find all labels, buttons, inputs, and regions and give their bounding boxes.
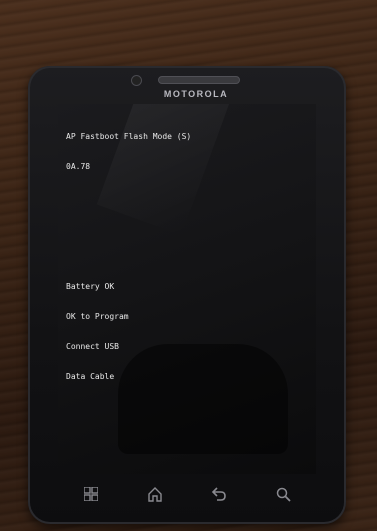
back-icon[interactable] (210, 485, 228, 503)
photo-scene: MOTOROLA AP Fastboot Flash Mode (S) 0A.7… (0, 0, 377, 531)
console-line-program: OK to Program (66, 312, 129, 321)
capacitive-nav-keys (58, 484, 316, 504)
console-line-battery: Battery OK (66, 282, 115, 291)
front-camera (131, 75, 142, 86)
brand-logo: MOTOROLA (163, 89, 229, 99)
fastboot-console: AP Fastboot Flash Mode (S) 0A.78 Battery… (66, 112, 191, 402)
console-line-version: 0A.78 (66, 162, 91, 171)
menu-grid-icon[interactable] (82, 485, 100, 503)
console-line-cable: Data Cable (66, 372, 115, 381)
console-line-usb: Connect USB (66, 342, 119, 351)
phone-body: MOTOROLA AP Fastboot Flash Mode (S) 0A.7… (28, 66, 346, 524)
console-gap (66, 192, 191, 262)
phone-screen: AP Fastboot Flash Mode (S) 0A.78 Battery… (58, 104, 316, 474)
console-line-mode: AP Fastboot Flash Mode (S) (66, 132, 192, 141)
search-icon[interactable] (274, 485, 292, 503)
home-icon[interactable] (146, 485, 164, 503)
earpiece-speaker (158, 76, 240, 84)
